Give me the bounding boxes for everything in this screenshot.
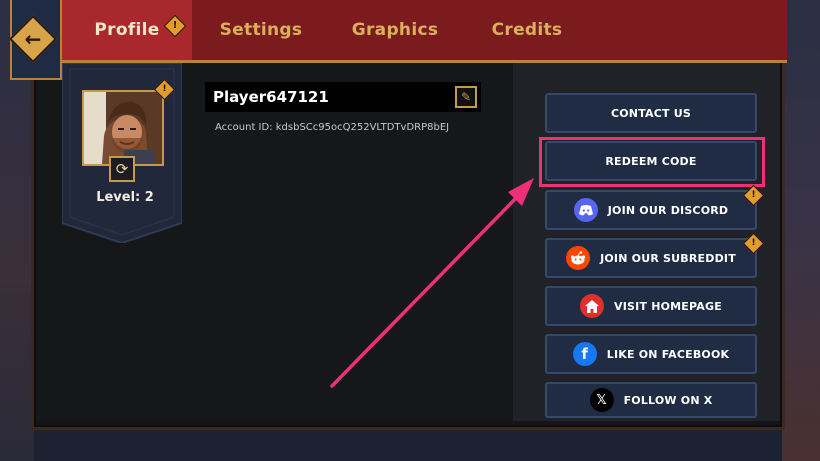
annotation-arrow bbox=[330, 178, 534, 388]
